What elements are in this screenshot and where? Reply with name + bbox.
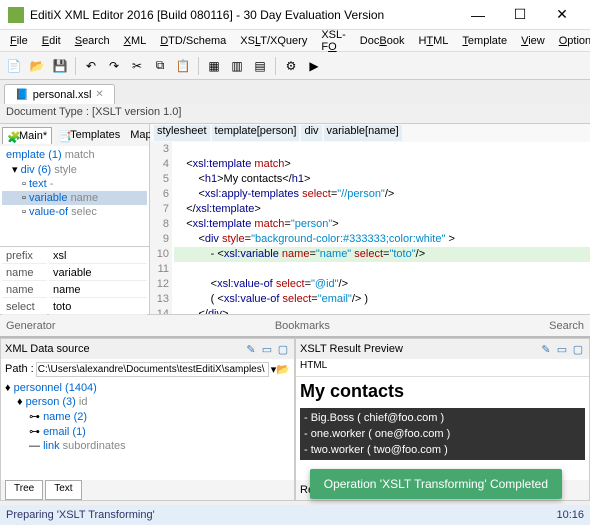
redo-icon[interactable]: ↷ xyxy=(104,56,124,76)
close-tab-icon[interactable]: ✕ xyxy=(95,89,103,100)
open-icon[interactable]: 📂 xyxy=(27,56,47,76)
menu-dtd[interactable]: DTD/Schema xyxy=(154,33,232,49)
xsl-icon: 📘 xyxy=(15,88,29,101)
editor-statusrow: Generator Bookmarks Search xyxy=(0,314,590,336)
window-title: EditiX XML Editor 2016 [Build 080116] - … xyxy=(30,8,458,22)
menu-html[interactable]: HTML xyxy=(412,33,454,49)
close-button[interactable]: ✕ xyxy=(542,3,582,27)
menu-xml[interactable]: XML xyxy=(118,33,153,49)
cut-icon[interactable]: ✂ xyxy=(127,56,147,76)
outline-tree[interactable]: emplate (1) match ▾ div (6) style ▫ text… xyxy=(0,146,149,246)
result-type: HTML xyxy=(296,359,589,377)
file-tab-label: personal.xsl xyxy=(33,89,92,101)
max-icon[interactable]: ▢ xyxy=(276,342,290,356)
tool-icon[interactable]: ⚙ xyxy=(281,56,301,76)
save-icon[interactable]: 💾 xyxy=(50,56,70,76)
path-input[interactable] xyxy=(36,362,269,377)
tool-icon[interactable]: ▶ xyxy=(304,56,324,76)
browse-icon[interactable]: 📂 xyxy=(276,363,290,376)
toast-notification: Operation 'XSLT Transforming' Completed xyxy=(310,469,562,499)
menu-options[interactable]: Options xyxy=(553,33,590,49)
xml-data-source-panel: XML Data source ✎ ▭ ▢ Path : ▾ 📂 ♦ perso… xyxy=(0,338,295,501)
path-label: Path : xyxy=(5,363,34,375)
menu-xslt[interactable]: XSLT/XQuery xyxy=(234,33,313,49)
tool-icon[interactable]: ▥ xyxy=(227,56,247,76)
cursor-position: 10:16 xyxy=(556,509,584,521)
code-editor[interactable]: 34567891011121314 <xsl:template match> <… xyxy=(150,142,590,314)
tab-text[interactable]: Text xyxy=(45,480,81,500)
menu-xslfo[interactable]: XSL-FO xyxy=(315,27,351,55)
tab-tree[interactable]: Tree xyxy=(5,480,43,500)
file-tab[interactable]: 📘 personal.xsl ✕ xyxy=(4,84,115,104)
templates-icon: 📑 xyxy=(58,130,68,140)
app-icon xyxy=(8,7,24,23)
statusbar: Preparing 'XSLT Transforming' 10:16 xyxy=(0,505,590,525)
pin-icon[interactable]: ▭ xyxy=(260,342,274,356)
breadcrumb[interactable]: stylesheettemplate[person]divvariable[na… xyxy=(150,124,590,142)
minimize-button[interactable]: — xyxy=(458,3,498,27)
doctype-label: Document Type : [XSLT version 1.0] xyxy=(0,104,590,124)
tab-templates[interactable]: 📑Templates xyxy=(54,127,124,143)
preview-heading: My contacts xyxy=(300,381,585,402)
new-icon[interactable]: 📄 xyxy=(4,56,24,76)
result-preview: My contacts - Big.Boss ( chief@foo.com )… xyxy=(296,377,589,480)
toolbar: 📄 📂 💾 ↶ ↷ ✂ ⧉ 📋 ▦ ▥ ▤ ⚙ ▶ xyxy=(0,52,590,80)
status-message: Preparing 'XSLT Transforming' xyxy=(6,509,155,521)
paste-icon[interactable]: 📋 xyxy=(173,56,193,76)
file-tabs: 📘 personal.xsl ✕ xyxy=(0,80,590,104)
left-subtabs: 🧩Main* 📑Templates Mapping xyxy=(0,124,149,146)
panel-title: XML Data source xyxy=(5,343,90,355)
titlebar: EditiX XML Editor 2016 [Build 080116] - … xyxy=(0,0,590,30)
copy-icon[interactable]: ⧉ xyxy=(150,56,170,76)
properties-table[interactable]: prefixxsl namevariable namename selectto… xyxy=(0,246,149,314)
main-icon: 🧩 xyxy=(7,131,17,141)
maximize-button[interactable]: ☐ xyxy=(500,3,540,27)
menubar: File Edit Search XML DTD/Schema XSLT/XQu… xyxy=(0,30,590,52)
menu-search[interactable]: Search xyxy=(69,33,116,49)
edit-icon[interactable]: ✎ xyxy=(539,342,553,356)
menu-template[interactable]: Template xyxy=(456,33,513,49)
generator-label[interactable]: Generator xyxy=(6,320,56,332)
menu-file[interactable]: File xyxy=(4,33,34,49)
tab-main[interactable]: 🧩Main* xyxy=(2,127,52,144)
panel-title: XSLT Result Preview xyxy=(300,343,403,355)
max-icon[interactable]: ▢ xyxy=(571,342,585,356)
xml-tree[interactable]: ♦ personnel (1404) ♦ person (3) id ⊶ nam… xyxy=(1,379,294,480)
tool-icon[interactable]: ▤ xyxy=(250,56,270,76)
undo-icon[interactable]: ↶ xyxy=(81,56,101,76)
menu-view[interactable]: View xyxy=(515,33,551,49)
bookmarks-label[interactable]: Bookmarks xyxy=(275,320,330,332)
edit-icon[interactable]: ✎ xyxy=(244,342,258,356)
line-gutter: 34567891011121314 xyxy=(150,142,172,314)
search-label[interactable]: Search xyxy=(549,320,584,332)
tool-icon[interactable]: ▦ xyxy=(204,56,224,76)
menu-docbook[interactable]: DocBook xyxy=(354,33,411,49)
pin-icon[interactable]: ▭ xyxy=(555,342,569,356)
menu-edit[interactable]: Edit xyxy=(36,33,67,49)
